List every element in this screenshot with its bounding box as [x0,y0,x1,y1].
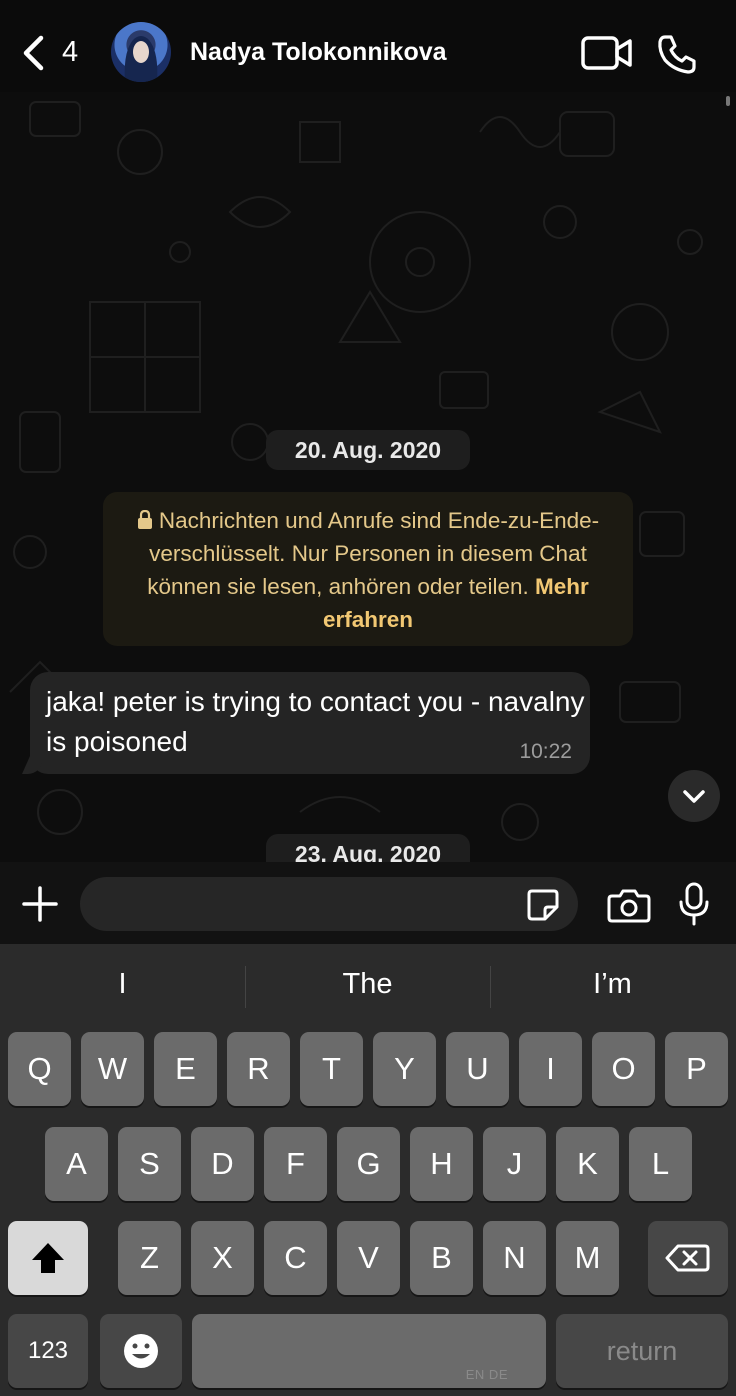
key-f[interactable]: F [264,1127,327,1201]
video-camera-icon[interactable] [580,34,634,72]
encryption-notice-text: Nachrichten und Anrufe sind Ende-zu-Ende… [147,508,600,599]
chat-header: 4 Nadya Tolokonnikova [0,0,736,92]
lock-icon [137,510,152,529]
encryption-notice[interactable]: Nachrichten und Anrufe sind Ende-zu-Ende… [103,492,633,646]
date-separator: 20. Aug. 2020 [266,430,470,470]
key-s[interactable]: S [118,1127,181,1201]
emoji-key[interactable] [100,1314,182,1388]
microphone-icon[interactable] [678,882,710,926]
chat-area[interactable]: 20. Aug. 2020 Nachrichten und Anrufe sin… [0,92,736,862]
key-e[interactable]: E [154,1032,217,1106]
key-t[interactable]: T [300,1032,363,1106]
sticker-icon[interactable] [526,888,560,922]
numbers-key[interactable]: 123 [8,1314,88,1388]
key-d[interactable]: D [191,1127,254,1201]
key-b[interactable]: B [410,1221,473,1295]
key-a[interactable]: A [45,1127,108,1201]
date-separator: 23. Aug. 2020 [266,834,470,862]
delete-key[interactable] [648,1221,728,1295]
language-label: EN DE [465,1367,508,1382]
key-x[interactable]: X [191,1221,254,1295]
backspace-icon [665,1244,710,1272]
key-i[interactable]: I [519,1032,582,1106]
return-key[interactable]: return [556,1314,728,1388]
key-m[interactable]: M [556,1221,619,1295]
message-bubble[interactable]: jaka! peter is trying to contact you - n… [30,672,590,774]
message-text: jaka! peter is trying to contact you - n… [46,686,585,757]
shift-icon [32,1243,64,1273]
key-g[interactable]: G [337,1127,400,1201]
space-key[interactable]: EN DE [192,1314,546,1388]
message-time: 10:22 [519,740,572,763]
scrollbar[interactable] [726,96,730,106]
shift-key[interactable] [8,1221,88,1295]
avatar[interactable] [111,22,171,82]
key-z[interactable]: Z [118,1221,181,1295]
key-w[interactable]: W [81,1032,144,1106]
key-o[interactable]: O [592,1032,655,1106]
key-y[interactable]: Y [373,1032,436,1106]
key-p[interactable]: P [665,1032,728,1106]
unread-count[interactable]: 4 [62,36,78,69]
camera-icon[interactable] [607,887,651,923]
contact-name[interactable]: Nadya Tolokonnikova [190,38,447,67]
suggestion-item[interactable]: I [0,968,245,1008]
key-r[interactable]: R [227,1032,290,1106]
key-v[interactable]: V [337,1221,400,1295]
message-input-bar [0,862,736,944]
key-q[interactable]: Q [8,1032,71,1106]
suggestion-item[interactable]: The [245,968,490,1008]
key-h[interactable]: H [410,1127,473,1201]
keyboard: I The I’m Q W E R T Y U I O P A S D F G … [0,944,736,1396]
chevron-down-icon [683,790,705,803]
suggestion-bar: I The I’m [0,944,736,1030]
message-input[interactable] [80,877,578,931]
key-n[interactable]: N [483,1221,546,1295]
emoji-icon [124,1334,158,1368]
key-k[interactable]: K [556,1127,619,1201]
chevron-left-icon[interactable] [20,34,46,72]
key-u[interactable]: U [446,1032,509,1106]
phone-icon[interactable] [656,33,698,75]
key-c[interactable]: C [264,1221,327,1295]
suggestion-item[interactable]: I’m [490,968,735,1008]
key-j[interactable]: J [483,1127,546,1201]
key-l[interactable]: L [629,1127,692,1201]
plus-icon[interactable] [22,886,58,922]
scroll-to-bottom-button[interactable] [668,770,720,822]
